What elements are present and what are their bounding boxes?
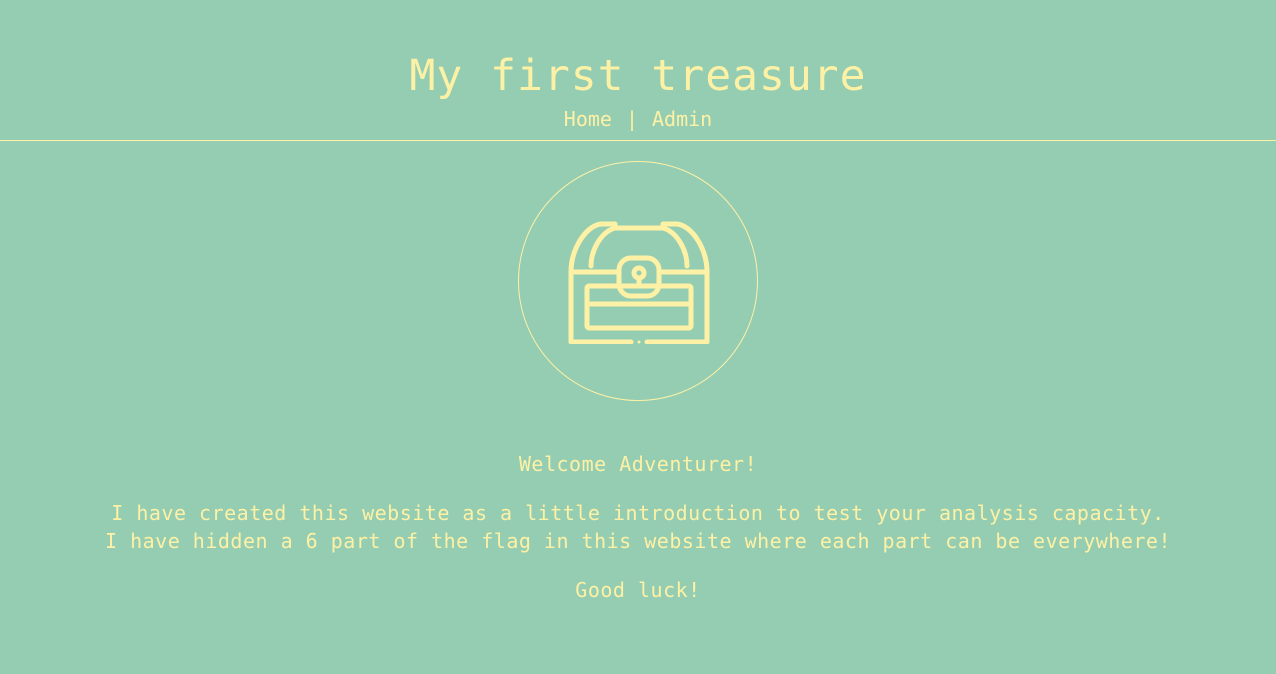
treasure-chest-icon: [568, 221, 710, 344]
main-nav: Home | Admin: [0, 106, 1276, 132]
site-title: My first treasure: [409, 51, 867, 101]
nav-separator: |: [625, 107, 638, 131]
welcome-heading: Welcome Adventurer!: [518, 452, 758, 476]
nav-home-link[interactable]: Home: [564, 107, 612, 131]
intro-text: I have created this website as a little …: [0, 499, 1276, 555]
site-header: My first treasure Home | Admin: [0, 0, 1276, 141]
treasure-emblem: [518, 161, 758, 401]
nav-admin-link[interactable]: Admin: [652, 107, 712, 131]
intro-line-2: I have hidden a 6 part of the flag in th…: [105, 529, 1171, 553]
closing-text: Good luck!: [575, 578, 701, 602]
intro-line-1: I have created this website as a little …: [111, 501, 1165, 525]
main-content: Welcome Adventurer! I have created this …: [0, 450, 1276, 604]
